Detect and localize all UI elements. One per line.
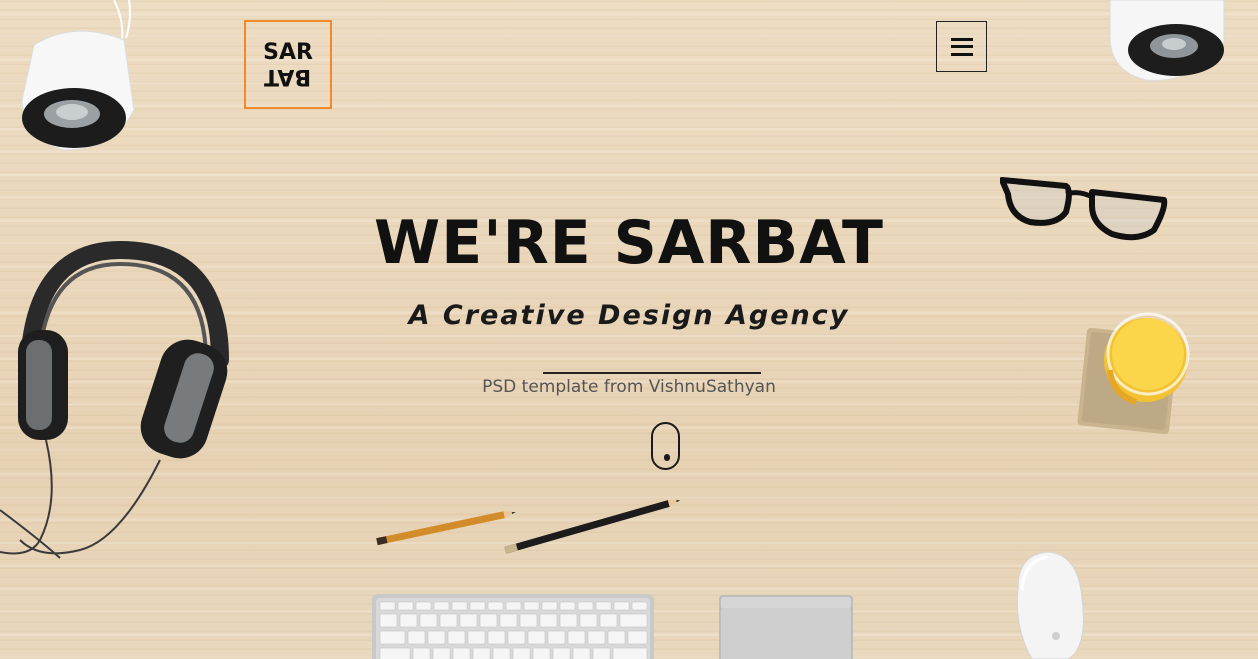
mouse-scroll-icon[interactable] <box>651 422 680 470</box>
speaker-left-icon <box>21 0 135 151</box>
scroll-wheel-dot <box>664 454 670 461</box>
sarbat-logo[interactable]: SAR BAT <box>244 20 332 109</box>
menu-button[interactable] <box>936 21 987 72</box>
keyboard-icon <box>372 594 654 659</box>
magic-mouse-icon <box>1016 551 1084 659</box>
template-credit: PSD template from VishnuSathyan <box>482 377 776 397</box>
headphones-icon <box>0 240 229 559</box>
hero-subtitle: A Creative Design Agency <box>408 300 850 331</box>
hero-divider <box>543 372 761 374</box>
trackpad-icon <box>719 595 853 659</box>
logo-text-top: SAR <box>263 40 313 65</box>
speaker-right-icon <box>1109 0 1225 81</box>
hero-title: WE'RE SARBAT <box>374 208 884 278</box>
logo-text-bottom: BAT <box>264 64 312 89</box>
pencil-icon <box>376 500 681 554</box>
hero-section: SAR BAT WE'RE SARBAT A Creative Design A… <box>0 0 1258 659</box>
hamburger-menu-icon <box>950 37 973 56</box>
